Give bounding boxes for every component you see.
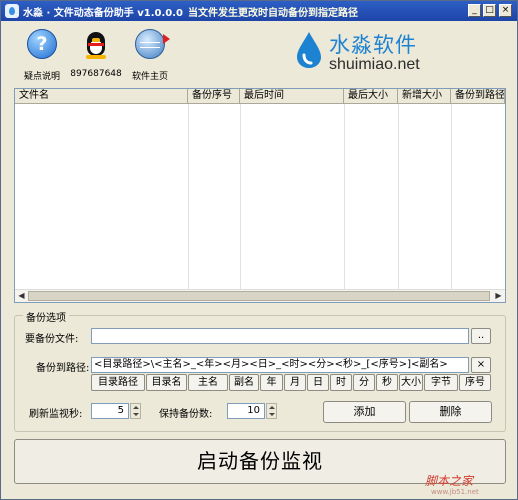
delete-button[interactable]: 删除 bbox=[409, 401, 492, 423]
refresh-input[interactable]: 5 bbox=[91, 403, 129, 419]
refresh-spinner[interactable] bbox=[130, 403, 141, 419]
file-label: 要备份文件: bbox=[25, 334, 79, 345]
app-icon bbox=[5, 4, 19, 18]
scroll-right-icon[interactable]: ▶ bbox=[493, 291, 504, 301]
file-list[interactable]: 文件名 备份序号 最后时间 最后大小 新增大小 备份到路径 ◀ ▶ bbox=[14, 88, 506, 303]
browse-button[interactable]: .. bbox=[471, 328, 491, 344]
help-icon: ? bbox=[27, 29, 57, 59]
token-bytes[interactable]: 字节 bbox=[424, 374, 458, 391]
token-second[interactable]: 秒 bbox=[376, 374, 398, 391]
col-backup-index[interactable]: 备份序号 bbox=[188, 89, 240, 104]
clear-path-button[interactable]: × bbox=[471, 357, 491, 373]
window-subtitle: 当文件发生更改时自动备份到指定路径 bbox=[188, 8, 358, 19]
file-input[interactable] bbox=[91, 328, 469, 344]
col-filename[interactable]: 文件名 bbox=[15, 89, 188, 104]
qq-penguin-icon bbox=[81, 29, 111, 59]
scroll-left-icon[interactable]: ◀ bbox=[16, 291, 27, 301]
keep-spinner[interactable] bbox=[266, 403, 277, 419]
token-dir-name[interactable]: 目录名 bbox=[146, 374, 187, 391]
watermark-url: www.jb51.net bbox=[431, 488, 479, 496]
list-header: 文件名 备份序号 最后时间 最后大小 新增大小 备份到路径 bbox=[15, 89, 505, 104]
minimize-button[interactable]: _ bbox=[468, 4, 481, 17]
close-button[interactable]: × bbox=[499, 4, 512, 17]
path-label: 备份到路径: bbox=[36, 363, 90, 374]
col-last-size[interactable]: 最后大小 bbox=[344, 89, 398, 104]
homepage-tool[interactable]: 软件主页 bbox=[115, 29, 185, 82]
col-last-time[interactable]: 最后时间 bbox=[240, 89, 344, 104]
keep-label: 保持备份数: bbox=[159, 409, 213, 420]
token-index[interactable]: 序号 bbox=[459, 374, 491, 391]
col-backup-path[interactable]: 备份到路径 bbox=[451, 89, 505, 104]
globe-icon bbox=[135, 29, 170, 59]
title-bar[interactable]: 水淼 · 文件动态备份助手 v1.0.0.0 当文件发生更改时自动备份到指定路径… bbox=[1, 1, 517, 21]
refresh-label: 刷新监视秒: bbox=[29, 409, 83, 420]
path-input[interactable]: <目录路径>\<主名>_<年><月><日>_<时><分><秒>_[<序号>]<副… bbox=[91, 357, 469, 373]
scroll-thumb[interactable] bbox=[28, 291, 490, 301]
horizontal-scrollbar[interactable]: ◀ ▶ bbox=[15, 289, 505, 302]
group-label: 备份选项 bbox=[23, 309, 69, 324]
token-day[interactable]: 日 bbox=[307, 374, 329, 391]
logo-url: shuimiao.net bbox=[329, 56, 420, 73]
token-dir-path[interactable]: 目录路径 bbox=[91, 374, 145, 391]
add-button[interactable]: 添加 bbox=[323, 401, 406, 423]
app-window: 水淼 · 文件动态备份助手 v1.0.0.0 当文件发生更改时自动备份到指定路径… bbox=[0, 0, 518, 500]
window-title: 水淼 · 文件动态备份助手 v1.0.0.0 bbox=[23, 8, 183, 19]
token-minute[interactable]: 分 bbox=[353, 374, 375, 391]
token-month[interactable]: 月 bbox=[284, 374, 306, 391]
token-hour[interactable]: 时 bbox=[330, 374, 352, 391]
watermark-text: 脚本之家 bbox=[425, 474, 474, 488]
col-added-size[interactable]: 新增大小 bbox=[398, 89, 451, 104]
homepage-tool-label: 软件主页 bbox=[131, 72, 168, 82]
token-size[interactable]: 大小 bbox=[399, 374, 423, 391]
token-year[interactable]: 年 bbox=[260, 374, 283, 391]
logo-text: 水淼软件 bbox=[329, 33, 417, 57]
token-ext-name[interactable]: 副名 bbox=[229, 374, 259, 391]
water-drop-icon bbox=[297, 32, 321, 68]
keep-input[interactable]: 10 bbox=[227, 403, 265, 419]
maximize-button[interactable]: □ bbox=[483, 4, 496, 17]
token-main-name[interactable]: 主名 bbox=[188, 374, 228, 391]
brand-logo: 水淼软件 shuimiao.net bbox=[295, 29, 465, 79]
